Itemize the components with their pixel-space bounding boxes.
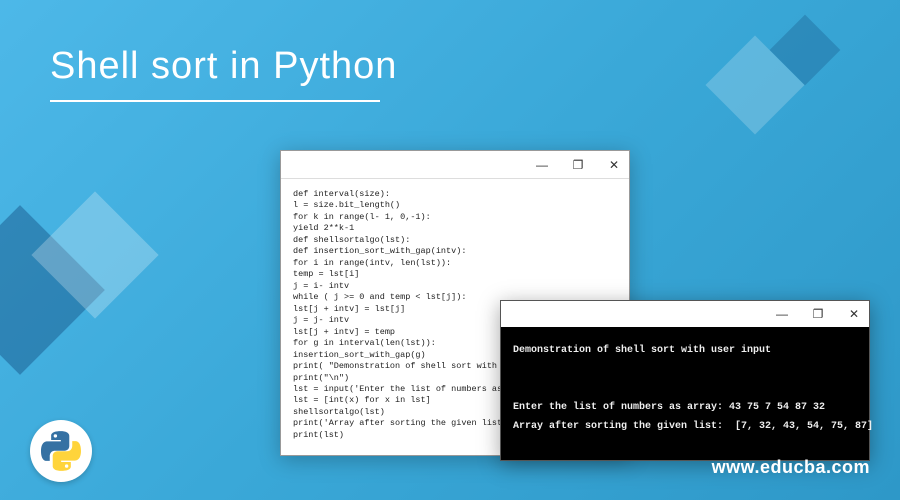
maximize-icon[interactable]: ❐ <box>567 154 589 176</box>
close-icon[interactable]: ✕ <box>603 154 625 176</box>
terminal-header-line: Demonstration of shell sort with user in… <box>513 345 771 356</box>
terminal-window: — ❐ ✕ Demonstration of shell sort with u… <box>500 300 870 461</box>
terminal-prompt-line: Enter the list of numbers as array: 43 7… <box>513 402 825 413</box>
maximize-icon[interactable]: ❐ <box>807 303 829 325</box>
minimize-icon[interactable]: — <box>771 303 793 325</box>
terminal-output: Demonstration of shell sort with user in… <box>501 327 869 460</box>
window-titlebar: — ❐ ✕ <box>281 151 629 179</box>
title-underline <box>50 100 380 102</box>
python-icon <box>41 431 81 471</box>
page-title: Shell sort in Python <box>50 45 397 88</box>
terminal-result-line: Array after sorting the given list: [7, … <box>513 421 873 432</box>
minimize-icon[interactable]: — <box>531 154 553 176</box>
python-logo <box>30 420 92 482</box>
website-url: www.educba.com <box>712 457 870 478</box>
window-titlebar: — ❐ ✕ <box>501 301 869 327</box>
close-icon[interactable]: ✕ <box>843 303 865 325</box>
